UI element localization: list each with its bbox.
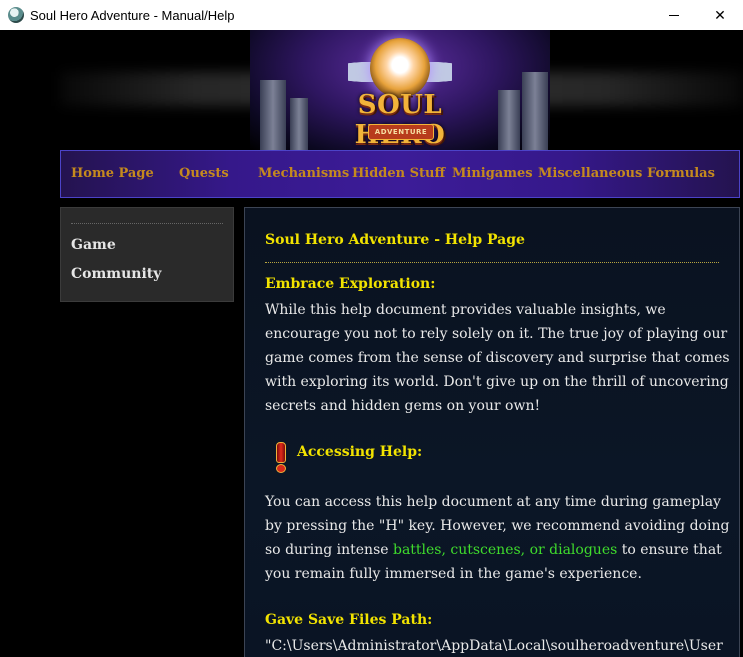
close-button[interactable]: ✕ [697, 0, 743, 30]
game-logo: SOUL HERO ADVENTURE [330, 38, 470, 150]
accessing-help-paragraph: You can access this help document at any… [265, 494, 730, 582]
minimize-button[interactable] [651, 0, 697, 30]
save-path-text: "C:\Users\Administrator\AppData\Local\so… [265, 638, 723, 654]
nav-home-page[interactable]: Home Page [71, 166, 154, 181]
window-controls: ✕ [651, 0, 743, 30]
accessing-help-heading: Accessing Help: [297, 444, 423, 460]
castle-tower [522, 72, 548, 150]
save-path-heading: Gave Save Files Path: [265, 612, 433, 628]
window-title-bar: Soul Hero Adventure - Manual/Help ✕ [0, 0, 743, 30]
nav-mechanisms[interactable]: Mechanisms [258, 166, 349, 181]
castle-tower [498, 90, 520, 150]
nav-minigames[interactable]: Minigames [452, 166, 533, 181]
exclamation-icon [273, 442, 287, 473]
logo-ribbon: ADVENTURE [368, 124, 434, 140]
main-navigation: Home Page Quests Mechanisms Hidden Stuff… [60, 150, 740, 198]
header-banner: SOUL HERO ADVENTURE [60, 30, 743, 150]
page-title: Soul Hero Adventure - Help Page [265, 232, 525, 248]
nav-miscellaneous[interactable]: Miscellaneous [538, 166, 642, 181]
sidebar-item-community[interactable]: Community [71, 266, 161, 282]
help-content-panel: Soul Hero Adventure - Help Page Embrace … [244, 207, 740, 657]
app-icon [8, 7, 24, 23]
nav-quests[interactable]: Quests [179, 166, 229, 181]
castle-tower [260, 80, 286, 150]
sidebar-item-game[interactable]: Game [71, 237, 116, 253]
nav-formulas[interactable]: Formulas [647, 166, 715, 181]
logo-orb [370, 38, 430, 98]
logo-title: SOUL HERO [355, 90, 445, 150]
exploration-heading: Embrace Exploration: [265, 276, 436, 292]
sidebar-divider [71, 223, 223, 224]
exploration-paragraph: While this help document provides valuab… [265, 302, 730, 414]
sidebar: Game Community [60, 207, 234, 302]
window-title: Soul Hero Adventure - Manual/Help [30, 7, 235, 23]
nav-hidden-stuff[interactable]: Hidden Stuff [352, 166, 445, 181]
title-divider [265, 262, 719, 263]
highlighted-situations: battles, cutscenes, or dialogues [392, 542, 618, 558]
castle-tower [290, 98, 308, 150]
help-page: SOUL HERO ADVENTURE Home Page Quests Mec… [0, 30, 743, 657]
